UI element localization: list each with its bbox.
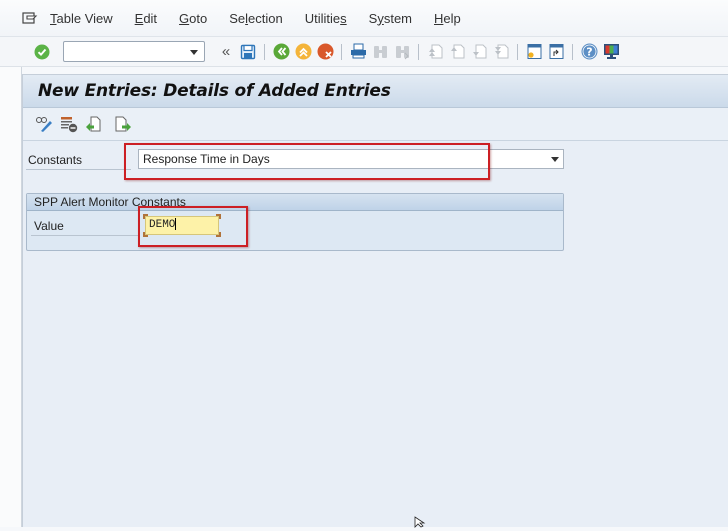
menu-edit[interactable]: Edit: [135, 11, 157, 26]
screen-title-bar: New Entries: Details of Added Entries: [23, 75, 728, 108]
print-icon[interactable]: [349, 43, 367, 61]
last-page-icon: [492, 43, 510, 61]
mouse-cursor-icon: [414, 516, 426, 531]
back-icon[interactable]: [272, 43, 290, 61]
previous-entry-icon[interactable]: [85, 115, 103, 133]
toolbar-separator: [418, 43, 419, 60]
main-content: New Entries: Details of Added Entries Co…: [22, 74, 728, 527]
create-session-icon[interactable]: [525, 43, 543, 61]
toolbar-separator: [517, 43, 518, 60]
exit-icon[interactable]: [294, 43, 312, 61]
menu-toggle-icon[interactable]: [22, 11, 38, 25]
standard-toolbar: « ?: [0, 37, 728, 67]
first-page-icon: [426, 43, 444, 61]
application-toolbar: [23, 108, 728, 141]
toolbar-separator: [341, 43, 342, 60]
customize-layout-icon[interactable]: [602, 43, 620, 61]
find-next-icon: [393, 43, 411, 61]
chevron-down-icon[interactable]: [190, 50, 198, 55]
highlight-box-value: [138, 206, 248, 247]
enter-icon[interactable]: [33, 43, 51, 61]
highlight-box-constants: [124, 143, 490, 180]
label-underline: [26, 169, 131, 170]
left-border: [0, 67, 22, 527]
menu-help[interactable]: Help: [434, 11, 461, 26]
value-label: Value: [34, 219, 64, 233]
chevron-down-icon[interactable]: [551, 157, 559, 162]
toolbar-separator: [572, 43, 573, 60]
shortcut-icon[interactable]: [547, 43, 565, 61]
next-page-icon: [470, 43, 488, 61]
menu-utilities[interactable]: Utilities: [305, 11, 347, 26]
save-icon[interactable]: [239, 43, 257, 61]
find-icon: [371, 43, 389, 61]
page-title: New Entries: Details of Added Entries: [38, 81, 391, 101]
menu-system[interactable]: System: [369, 11, 412, 26]
spp-alert-monitor-group: SPP Alert Monitor Constants: [26, 193, 564, 251]
group-title: SPP Alert Monitor Constants: [27, 194, 563, 211]
menu-bar: Table View Edit Goto Selection Utilities…: [0, 0, 728, 37]
previous-page-icon: [448, 43, 466, 61]
help-icon[interactable]: ?: [580, 43, 598, 61]
command-field[interactable]: [63, 41, 205, 62]
cancel-icon[interactable]: [316, 43, 334, 61]
delete-icon[interactable]: [60, 115, 78, 133]
menu-selection[interactable]: Selection: [229, 11, 283, 26]
next-entry-icon[interactable]: [114, 115, 132, 133]
collapse-icon[interactable]: «: [217, 43, 235, 61]
menu-table-view[interactable]: Table View: [50, 11, 113, 26]
toolbar-separator: [264, 43, 265, 60]
menu-goto[interactable]: Goto: [179, 11, 207, 26]
constants-label: Constants: [28, 153, 83, 167]
display-change-icon[interactable]: [35, 115, 53, 133]
label-underline: [31, 235, 139, 236]
svg-text:?: ?: [586, 46, 592, 59]
